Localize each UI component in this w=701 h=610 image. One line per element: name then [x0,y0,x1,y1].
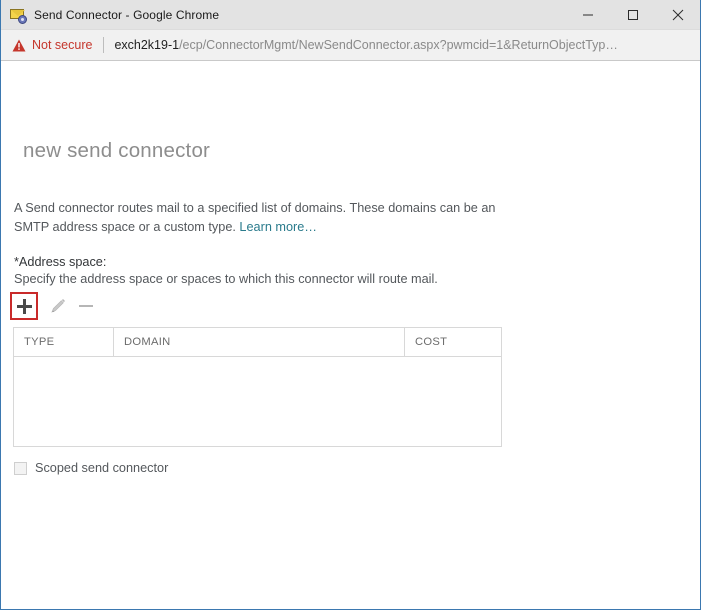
edit-address-space-button[interactable] [47,295,69,317]
learn-more-link[interactable]: Learn more… [239,220,317,234]
address-space-label: *Address space: [14,255,107,269]
maximize-icon[interactable] [610,0,655,29]
column-header-domain[interactable]: DOMAIN [114,328,405,356]
address-bar[interactable]: Not secure exch2k19-1/ecp/ConnectorMgmt/… [1,30,700,61]
edit-pencil-icon [51,299,65,313]
remove-address-space-button[interactable] [75,295,97,317]
scoped-send-connector-row[interactable]: Scoped send connector [14,461,168,475]
browser-window: Send Connector - Google Chrome Not secur… [0,0,701,610]
column-header-type[interactable]: TYPE [14,328,114,356]
url-host: exch2k19-1 [114,38,180,52]
close-icon[interactable] [655,0,700,29]
scoped-send-connector-checkbox[interactable] [14,461,27,475]
grid-body-empty[interactable] [14,357,501,446]
minimize-icon[interactable] [565,0,610,29]
page-content: new send connector A Send connector rout… [1,61,700,609]
address-separator [103,37,105,53]
page-description: A Send connector routes mail to a specif… [14,199,514,237]
address-space-toolbar [10,292,97,320]
column-header-cost[interactable]: COST [405,328,501,356]
grid-cell-type [14,357,114,446]
page-title: new send connector [23,139,211,162]
url-text[interactable]: exch2k19-1/ecp/ConnectorMgmt/NewSendConn… [114,38,617,52]
envelope-gear-icon [10,7,27,24]
window-controls [565,0,700,29]
address-space-hint: Specify the address space or spaces to w… [14,272,438,286]
title-bar: Send Connector - Google Chrome [1,0,700,30]
grid-cell-domain [114,357,405,446]
grid-header-row: TYPE DOMAIN COST [14,328,501,357]
security-label[interactable]: Not secure [32,38,92,52]
remove-minus-icon [79,305,93,307]
scoped-send-connector-label: Scoped send connector [35,461,169,475]
add-icon [16,298,32,314]
grid-cell-cost [405,357,501,446]
address-space-grid: TYPE DOMAIN COST [13,327,502,447]
window-title: Send Connector - Google Chrome [34,7,220,22]
add-address-space-button[interactable] [10,292,38,320]
warning-triangle-icon[interactable] [12,39,26,52]
url-path: /ecp/ConnectorMgmt/NewSendConnector.aspx… [179,38,618,52]
